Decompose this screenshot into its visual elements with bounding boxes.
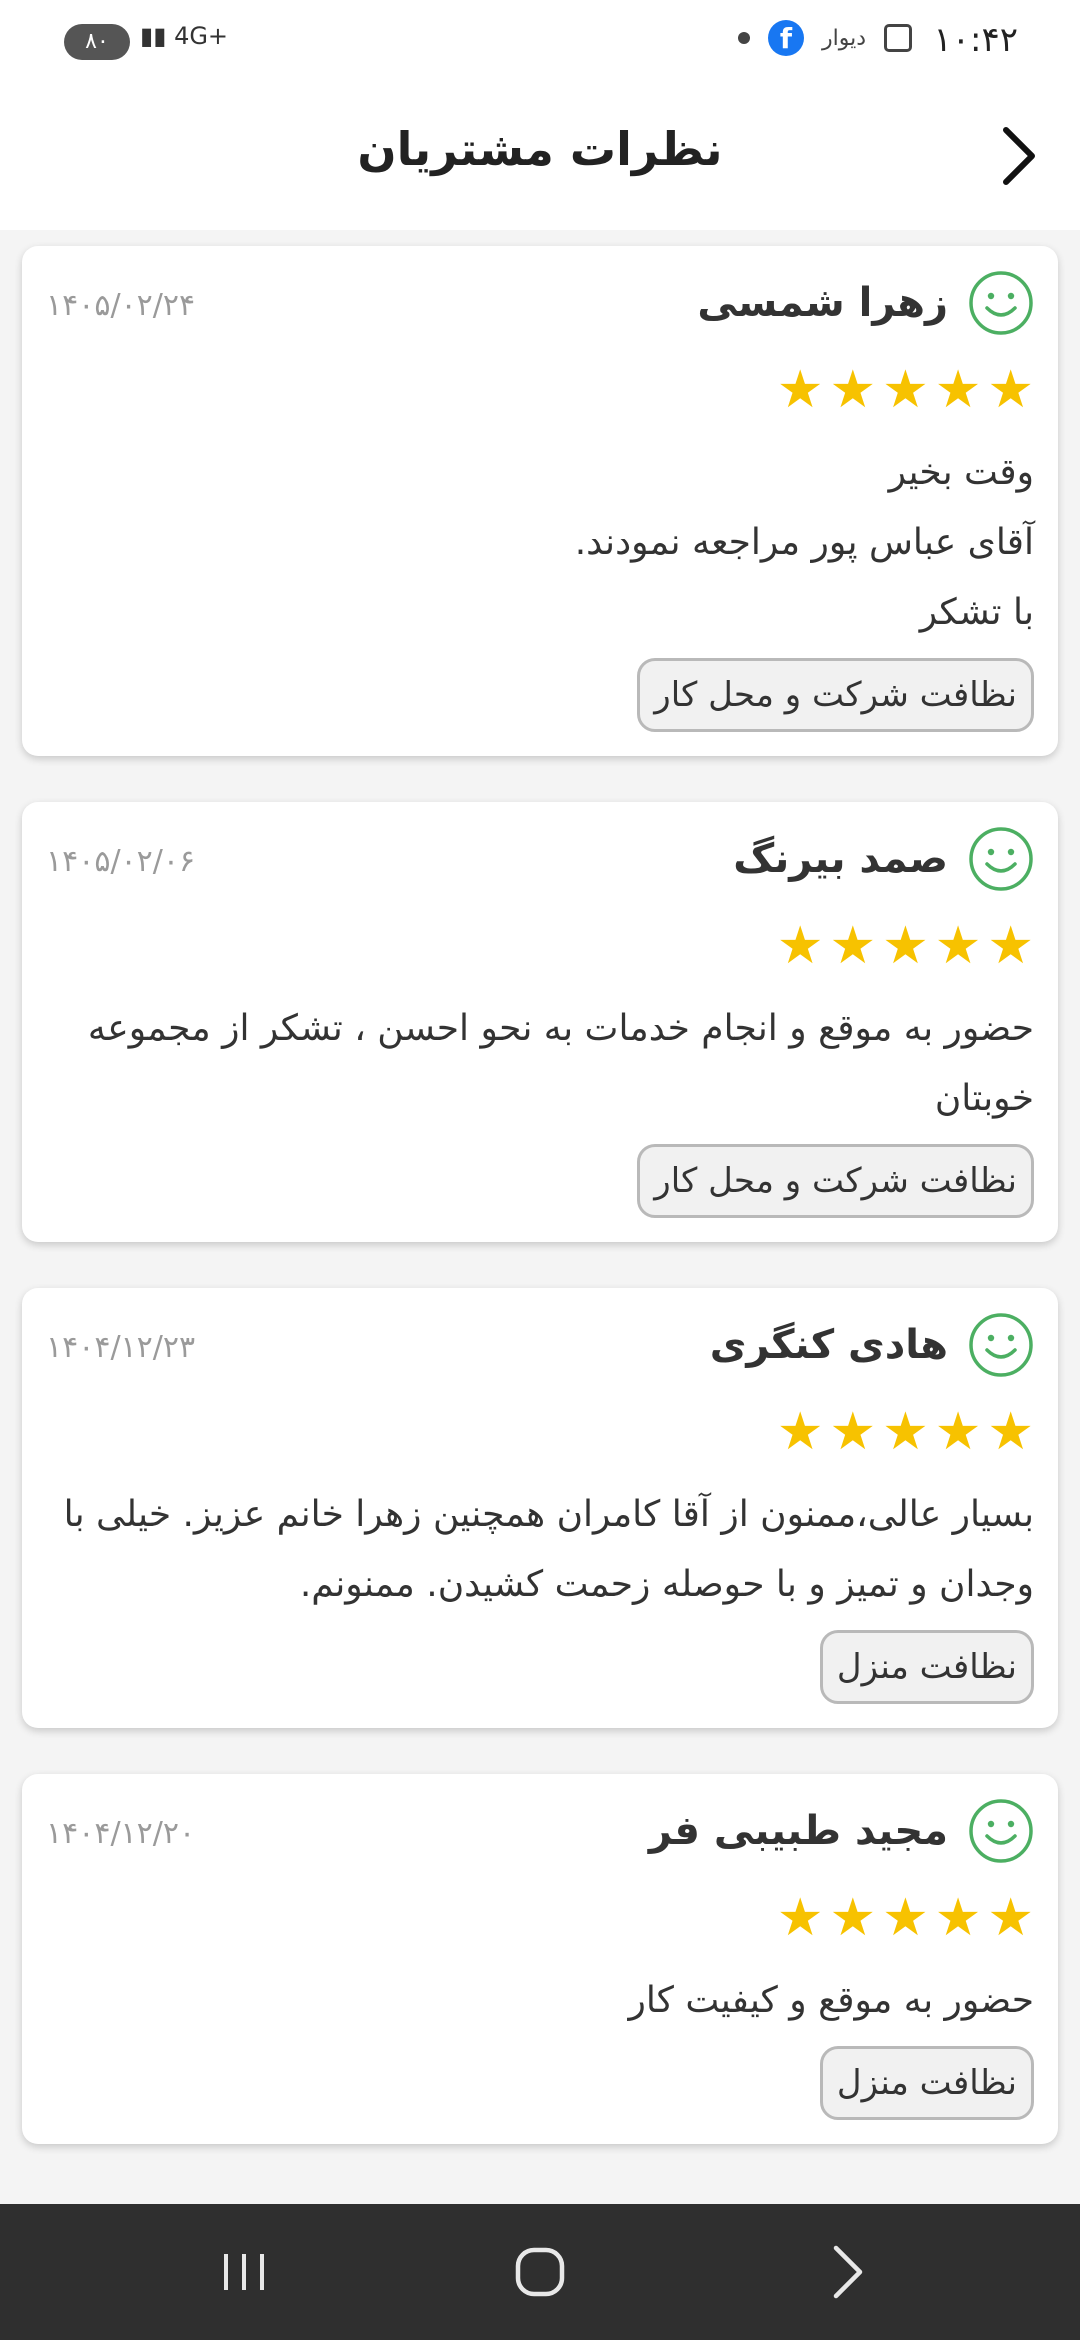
status-time: ۱۰:۴۲ xyxy=(933,20,1018,60)
service-tag[interactable]: نظافت منزل xyxy=(819,1630,1034,1704)
smiley-icon xyxy=(969,271,1033,335)
star-icon: ★ xyxy=(882,360,929,420)
review-comment: وقت بخیر آقای عباس پور مراجعه نمودند. با… xyxy=(574,452,1034,633)
network-indicator: ▮▮ 4G+ xyxy=(140,22,228,50)
star-rating: ★ ★ ★ ★ ★ xyxy=(46,360,1034,420)
review-card: مجید طبیبی فر ۱۴۰۴/۱۲/۲۰ ★ ★ ★ ★ ★ حضور … xyxy=(22,1774,1058,2144)
star-rating: ★ ★ ★ ★ ★ xyxy=(46,1402,1034,1462)
divar-app-label: دیوار xyxy=(821,25,866,51)
star-rating: ★ ★ ★ ★ ★ xyxy=(46,916,1034,976)
app-header: نظرات مشتریان xyxy=(0,84,1080,230)
reviewer-name: زهرا شمسی xyxy=(697,280,948,326)
star-icon: ★ xyxy=(776,916,824,976)
star-icon: ★ xyxy=(829,360,877,420)
review-date: ۱۴۰۴/۱۲/۲۳ xyxy=(46,1330,196,1365)
star-icon: ★ xyxy=(829,1402,877,1462)
star-icon: ★ xyxy=(776,1888,824,1948)
reviewer-name: مجید طبیبی فر xyxy=(648,1808,948,1854)
reviewer-name: هادی کنگری xyxy=(709,1322,948,1368)
star-icon: ★ xyxy=(776,360,824,420)
battery-indicator: ۸۰ xyxy=(64,24,130,60)
smiley-icon xyxy=(969,827,1033,891)
network-type: 4G+ xyxy=(174,22,229,50)
star-icon: ★ xyxy=(776,1402,824,1462)
smiley-icon xyxy=(969,1799,1033,1863)
status-bar: ۱۰:۴۲ دیوار f ۸۰ ▮▮ 4G+ xyxy=(0,0,1080,84)
page-title: نظرات مشتریان xyxy=(357,122,723,176)
review-user: مجید طبیبی فر xyxy=(649,1798,1034,1864)
status-notification-icons: دیوار f xyxy=(737,20,912,56)
more-notifications-dot-icon xyxy=(737,32,750,44)
star-icon: ★ xyxy=(934,1402,982,1462)
star-icon: ★ xyxy=(987,916,1034,976)
review-card: صمد بیرنگ ۱۴۰۵/۰۲/۰۶ ★ ★ ★ ★ ★ حضور به م… xyxy=(22,802,1058,1242)
star-icon: ★ xyxy=(882,916,929,976)
star-icon: ★ xyxy=(987,1888,1034,1948)
system-navigation-bar xyxy=(0,2204,1080,2340)
service-tag[interactable]: نظافت منزل xyxy=(819,2046,1034,2120)
service-tag[interactable]: نظافت شرکت و محل کار xyxy=(637,658,1034,732)
review-user: هادی کنگری xyxy=(710,1312,1034,1378)
recent-apps-icon[interactable] xyxy=(212,2240,276,2304)
star-icon: ★ xyxy=(829,916,877,976)
review-card: هادی کنگری ۱۴۰۴/۱۲/۲۳ ★ ★ ★ ★ ★ بسیار عا… xyxy=(22,1288,1058,1728)
review-date: ۱۴۰۵/۰۲/۲۴ xyxy=(46,288,196,323)
review-comment: بسیار عالی،ممنون از آقا کامران همچنین زه… xyxy=(63,1494,1034,1605)
nav-back-icon[interactable] xyxy=(816,2240,880,2304)
review-user: زهرا شمسی xyxy=(697,270,1034,336)
star-icon: ★ xyxy=(987,360,1034,420)
review-user: صمد بیرنگ xyxy=(733,826,1034,892)
reviewer-name: صمد بیرنگ xyxy=(733,836,948,882)
star-icon: ★ xyxy=(934,1888,982,1948)
back-chevron-icon[interactable] xyxy=(982,120,1054,192)
star-icon: ★ xyxy=(934,360,982,420)
review-card: زهرا شمسی ۱۴۰۵/۰۲/۲۴ ★ ★ ★ ★ ★ وقت بخیر … xyxy=(22,246,1058,756)
star-icon: ★ xyxy=(882,1402,929,1462)
star-icon: ★ xyxy=(882,1888,929,1948)
review-date: ۱۴۰۴/۱۲/۲۰ xyxy=(46,1816,196,1851)
smiley-icon xyxy=(969,1313,1033,1377)
service-tag[interactable]: نظافت شرکت و محل کار xyxy=(637,1144,1034,1218)
star-icon: ★ xyxy=(934,916,982,976)
review-comment: حضور به موقع و انجام خدمات به نحو احسن ،… xyxy=(87,1008,1034,1119)
review-date: ۱۴۰۵/۰۲/۰۶ xyxy=(46,844,196,879)
signal-bars-icon: ▮▮ xyxy=(140,22,167,50)
review-comment: حضور به موقع و کیفیت کار xyxy=(628,1980,1034,2021)
star-rating: ★ ★ ★ ★ ★ xyxy=(46,1888,1034,1948)
screenshot-icon xyxy=(884,24,912,52)
facebook-icon: f xyxy=(767,20,804,56)
reviews-list[interactable]: زهرا شمسی ۱۴۰۵/۰۲/۲۴ ★ ★ ★ ★ ★ وقت بخیر … xyxy=(22,246,1058,2190)
home-icon[interactable] xyxy=(508,2240,572,2304)
star-icon: ★ xyxy=(987,1402,1034,1462)
star-icon: ★ xyxy=(829,1888,877,1948)
